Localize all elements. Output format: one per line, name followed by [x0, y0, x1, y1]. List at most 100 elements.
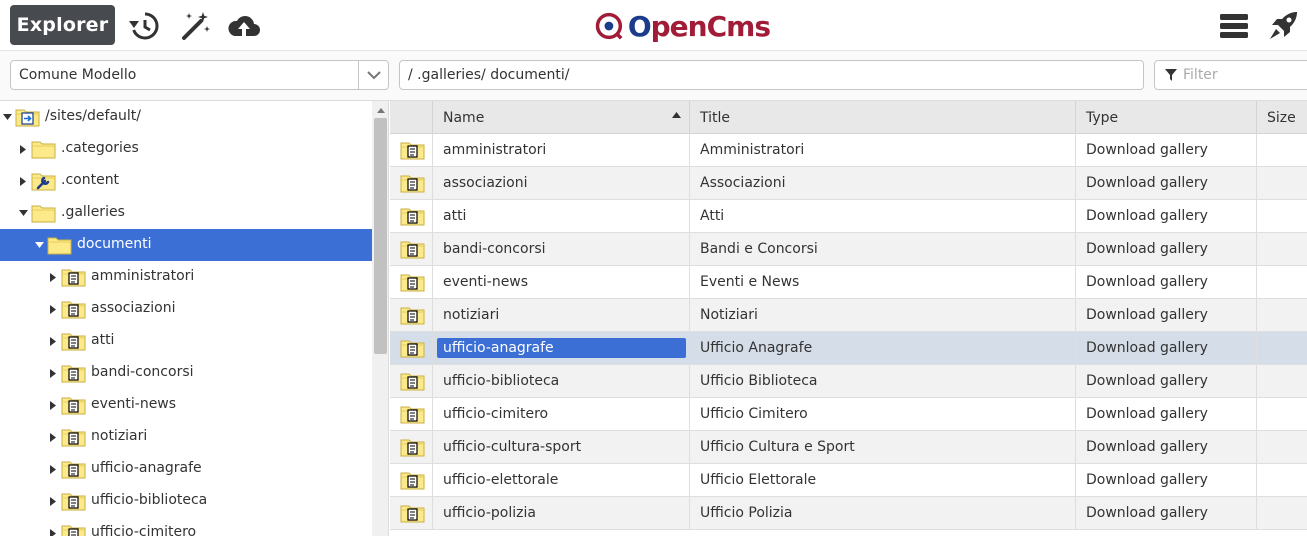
cell-name[interactable]: amministratori [433, 134, 690, 166]
cell-name[interactable]: notiziari [433, 299, 690, 331]
gallery-folder-icon [390, 134, 433, 166]
path-input[interactable]: / .galleries/ documenti/ [399, 60, 1144, 90]
table-row[interactable]: ufficio-polizia Ufficio Polizia Download g… [390, 497, 1307, 530]
caret-down-icon[interactable] [18, 208, 28, 218]
cell-size [1257, 200, 1307, 232]
tree-item[interactable]: notiziari [0, 421, 372, 453]
explorer-app-button[interactable]: Explorer [10, 5, 115, 45]
cell-size [1257, 464, 1307, 496]
column-header-type[interactable]: Type [1076, 101, 1257, 134]
cell-name[interactable]: associazioni [433, 167, 690, 199]
caret-right-icon[interactable] [48, 272, 58, 282]
site-select[interactable]: Comune Modello [10, 60, 389, 90]
caret-right-icon[interactable] [48, 304, 58, 314]
opencms-logo: OpenCms [594, 6, 771, 46]
table-row[interactable]: bandi-concorsi Bandi e Concorsi Download g… [390, 233, 1307, 266]
cell-type: Download gallery [1076, 431, 1257, 463]
gallery-folder-icon [61, 299, 86, 319]
gallery-folder-icon [390, 365, 433, 397]
gallery-folder-icon [61, 267, 86, 287]
caret-right-icon[interactable] [48, 496, 58, 506]
tree-item[interactable]: associazioni [0, 293, 372, 325]
cell-name[interactable]: ufficio-polizia [433, 497, 690, 529]
cell-name[interactable]: atti [433, 200, 690, 232]
tree-item[interactable]: atti [0, 325, 372, 357]
tree-item[interactable]: ufficio-anagrafe [0, 453, 372, 485]
tree-item[interactable]: .content [0, 165, 372, 197]
magic-wand-icon[interactable] [178, 9, 212, 43]
table-row[interactable]: associazioni Associazioni Download gallery [390, 167, 1307, 200]
cell-title: Eventi e News [690, 266, 1076, 298]
tree-item[interactable]: amministratori [0, 261, 372, 293]
tree-item-label: ufficio-biblioteca [91, 492, 208, 508]
caret-right-icon[interactable] [48, 336, 58, 346]
tree-item[interactable]: bandi-concorsi [0, 357, 372, 389]
filter-input[interactable]: Filter [1154, 60, 1307, 90]
tree-item[interactable]: .galleries [0, 197, 372, 229]
cell-size [1257, 134, 1307, 166]
cell-size [1257, 431, 1307, 463]
tree-scrollbar[interactable] [372, 101, 388, 536]
caret-right-icon[interactable] [18, 176, 28, 186]
cell-title: Bandi e Concorsi [690, 233, 1076, 265]
tree-item[interactable]: documenti [0, 229, 372, 261]
tree-item[interactable]: ufficio-biblioteca [0, 485, 372, 517]
cell-title: Associazioni [690, 167, 1076, 199]
caret-right-icon[interactable] [48, 528, 58, 536]
column-header-name[interactable]: Name [433, 101, 690, 134]
gallery-folder-icon [390, 167, 433, 199]
tree-item[interactable]: ufficio-cimitero [0, 517, 372, 536]
caret-right-icon[interactable] [48, 400, 58, 410]
file-table: Name Title Type Size amministratori Ammin… [390, 101, 1307, 536]
cell-name[interactable]: bandi-concorsi [433, 233, 690, 265]
cell-name[interactable]: ufficio-elettorale [433, 464, 690, 496]
folder-icon [47, 235, 72, 255]
cell-name[interactable]: ufficio-biblioteca [433, 365, 690, 397]
cell-type: Download gallery [1076, 365, 1257, 397]
cell-name[interactable]: ufficio-cimitero [433, 398, 690, 430]
tree-item-label: atti [91, 332, 115, 348]
cell-size [1257, 497, 1307, 529]
cell-name[interactable]: eventi-news [433, 266, 690, 298]
upload-cloud-icon[interactable] [227, 9, 261, 43]
caret-right-icon[interactable] [48, 368, 58, 378]
tree-item[interactable]: eventi-news [0, 389, 372, 421]
table-row[interactable]: ufficio-cultura-sport Ufficio Cultura e S… [390, 431, 1307, 464]
app-window: Explorer OpenCms Comune Modello / .galle… [0, 0, 1307, 536]
cell-title: Ufficio Cimitero [690, 398, 1076, 430]
folder-icon [31, 203, 56, 223]
tree-item-label: .categories [61, 140, 139, 156]
table-row[interactable]: ufficio-anagrafe Ufficio Anagrafe Download… [390, 332, 1307, 365]
table-row[interactable]: ufficio-cimitero Ufficio Cimitero Download… [390, 398, 1307, 431]
table-row[interactable]: notiziari Notiziari Download gallery [390, 299, 1307, 332]
gallery-folder-icon [61, 363, 86, 383]
cell-name[interactable]: ufficio-cultura-sport [433, 431, 690, 463]
table-row[interactable]: amministratori Amministratori Download gal… [390, 134, 1307, 167]
caret-down-icon[interactable] [2, 112, 12, 122]
caret-right-icon[interactable] [18, 144, 28, 154]
cell-type: Download gallery [1076, 134, 1257, 166]
cell-name-text: ufficio-cimitero [443, 406, 549, 422]
column-header-title[interactable]: Title [690, 101, 1076, 134]
caret-down-icon[interactable] [34, 240, 44, 250]
caret-right-icon[interactable] [48, 464, 58, 474]
scrollbar-thumb[interactable] [374, 118, 387, 354]
table-row[interactable]: ufficio-biblioteca Ufficio Biblioteca Down… [390, 365, 1307, 398]
table-row[interactable]: eventi-news Eventi e News Download gallery [390, 266, 1307, 299]
cell-name[interactable]: ufficio-anagrafe [433, 332, 690, 364]
rocket-icon[interactable] [1266, 9, 1300, 43]
chevron-down-icon[interactable] [358, 61, 388, 89]
tree-item[interactable]: /sites/default/ [0, 101, 372, 133]
history-icon[interactable] [127, 9, 161, 43]
tree-item-label: bandi-concorsi [91, 364, 194, 380]
scroll-up-icon[interactable] [372, 101, 388, 118]
gallery-folder-icon [61, 427, 86, 447]
tree-item[interactable]: .categories [0, 133, 372, 165]
table-row[interactable]: atti Atti Download gallery [390, 200, 1307, 233]
column-header-icon[interactable] [390, 101, 433, 134]
table-row[interactable]: ufficio-elettorale Ufficio Elettorale Down… [390, 464, 1307, 497]
column-header-size[interactable]: Size [1257, 101, 1307, 134]
menu-icon[interactable] [1217, 9, 1251, 43]
tree-item-label: /sites/default/ [45, 108, 141, 124]
caret-right-icon[interactable] [48, 432, 58, 442]
